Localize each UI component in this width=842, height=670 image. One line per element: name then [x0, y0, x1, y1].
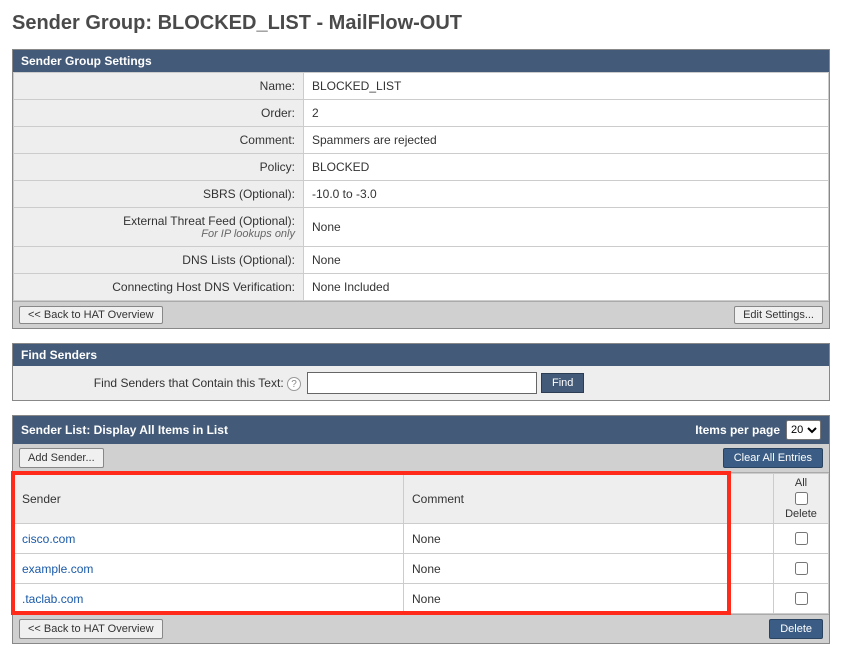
delete-cell — [774, 584, 829, 614]
row-checkbox[interactable] — [795, 592, 808, 605]
list-header: Sender List: Display All Items in List I… — [13, 416, 829, 444]
sbrs-value: -10.0 to -3.0 — [304, 181, 829, 208]
sender-link[interactable]: cisco.com — [22, 532, 75, 546]
order-value: 2 — [304, 100, 829, 127]
comment-cell: None — [404, 524, 774, 554]
comment-label: Comment: — [14, 127, 304, 154]
ipp-select[interactable]: 20 — [786, 420, 821, 440]
col-all-text: All — [778, 477, 824, 489]
back-to-hat-button[interactable]: << Back to HAT Overview — [19, 306, 163, 324]
chdv-label: Connecting Host DNS Verification: — [14, 274, 304, 301]
order-label: Order: — [14, 100, 304, 127]
items-per-page: Items per page 20 — [695, 420, 821, 440]
settings-button-row: << Back to HAT Overview Edit Settings... — [13, 301, 829, 328]
comment-cell: None — [404, 584, 774, 614]
row-checkbox[interactable] — [795, 532, 808, 545]
table-row: cisco.com None — [14, 524, 829, 554]
delete-cell — [774, 554, 829, 584]
select-all-checkbox[interactable] — [795, 492, 808, 505]
sender-cell: example.com — [14, 554, 404, 584]
col-delete-text: Delete — [778, 508, 824, 520]
find-label-text: Find Senders that Contain this Text: — [94, 376, 284, 390]
dns-value: None — [304, 247, 829, 274]
dns-label: DNS Lists (Optional): — [14, 247, 304, 274]
page-title: Sender Group: BLOCKED_LIST - MailFlow-OU… — [12, 12, 830, 35]
etf-value: None — [304, 208, 829, 247]
ipp-label: Items per page — [695, 423, 780, 437]
find-label: Find Senders that Contain this Text: ? — [21, 376, 307, 391]
comment-cell: None — [404, 554, 774, 584]
comment-value: Spammers are rejected — [304, 127, 829, 154]
list-panel: Sender List: Display All Items in List I… — [12, 415, 830, 644]
table-row: example.com None — [14, 554, 829, 584]
name-value: BLOCKED_LIST — [304, 73, 829, 100]
sbrs-label: SBRS (Optional): — [14, 181, 304, 208]
etf-label-text: External Threat Feed (Optional): — [123, 214, 295, 228]
sender-link[interactable]: .taclab.com — [22, 592, 83, 606]
col-delete: All Delete — [774, 474, 829, 524]
sender-link[interactable]: example.com — [22, 562, 93, 576]
policy-value: BLOCKED — [304, 154, 829, 181]
sender-cell: cisco.com — [14, 524, 404, 554]
policy-label: Policy: — [14, 154, 304, 181]
chdv-value: None Included — [304, 274, 829, 301]
back-to-hat-button-2[interactable]: << Back to HAT Overview — [19, 619, 163, 639]
list-header-text: Sender List: Display All Items in List — [21, 423, 228, 437]
find-button[interactable]: Find — [541, 373, 584, 393]
list-top-row: Add Sender... Clear All Entries — [13, 444, 829, 473]
row-checkbox[interactable] — [795, 562, 808, 575]
add-sender-button[interactable]: Add Sender... — [19, 448, 104, 468]
settings-panel: Sender Group Settings Name: BLOCKED_LIST… — [12, 49, 830, 329]
clear-all-button[interactable]: Clear All Entries — [723, 448, 823, 468]
sender-cell: .taclab.com — [14, 584, 404, 614]
edit-settings-button[interactable]: Edit Settings... — [734, 306, 823, 324]
delete-button[interactable]: Delete — [769, 619, 823, 639]
find-header: Find Senders — [13, 344, 829, 366]
etf-label: External Threat Feed (Optional): For IP … — [14, 208, 304, 247]
find-panel: Find Senders Find Senders that Contain t… — [12, 343, 830, 401]
delete-cell — [774, 524, 829, 554]
list-button-row: << Back to HAT Overview Delete — [13, 614, 829, 643]
col-comment: Comment — [404, 474, 774, 524]
name-label: Name: — [14, 73, 304, 100]
etf-sublabel: For IP lookups only — [22, 228, 295, 240]
col-sender: Sender — [14, 474, 404, 524]
help-icon[interactable]: ? — [287, 377, 301, 391]
sender-list-table: Sender Comment All Delete cisco.comNonee… — [13, 473, 829, 614]
table-row: .taclab.com None — [14, 584, 829, 614]
find-input[interactable] — [307, 372, 537, 394]
settings-table: Name: BLOCKED_LIST Order: 2 Comment: Spa… — [13, 72, 829, 301]
settings-header: Sender Group Settings — [13, 50, 829, 72]
find-row: Find Senders that Contain this Text: ? F… — [13, 366, 829, 400]
